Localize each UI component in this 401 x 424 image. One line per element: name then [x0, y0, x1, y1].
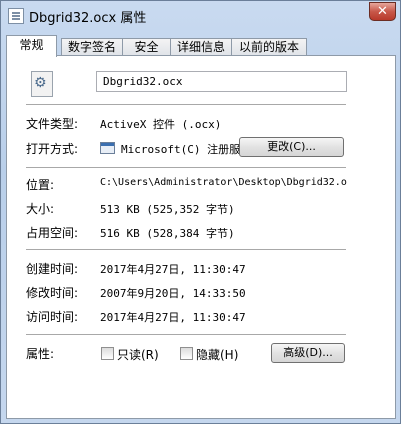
file-type-label: 文件类型:	[26, 117, 79, 131]
tab-general[interactable]: 常规	[6, 35, 57, 57]
open-with-label: 打开方式:	[26, 142, 79, 156]
size-on-disk-label: 占用空间:	[26, 226, 79, 240]
tab-digital-signatures[interactable]: 数字签名	[61, 38, 123, 56]
advanced-button[interactable]: 高级(D)...	[271, 343, 345, 363]
modified-label: 修改时间:	[26, 286, 79, 300]
file-properties-icon	[8, 8, 24, 24]
tab-previous-versions[interactable]: 以前的版本	[231, 38, 307, 56]
location-value: C:\Users\Administrator\Desktop\Dbgrid32.…	[100, 177, 347, 188]
readonly-checkbox[interactable]	[101, 347, 114, 360]
accessed-label: 访问时间:	[26, 310, 79, 324]
size-on-disk-value: 516 KB (528,384 字节)	[100, 227, 235, 240]
divider	[26, 334, 346, 336]
change-button[interactable]: 更改(C)...	[239, 137, 344, 157]
divider	[26, 104, 346, 106]
attributes-label: 属性:	[26, 347, 55, 361]
title-bar[interactable]: Dbgrid32.ocx 属性 ✕	[1, 1, 401, 31]
divider	[26, 249, 346, 251]
file-name-field[interactable]: Dbgrid32.ocx	[96, 71, 347, 92]
size-label: 大小:	[26, 202, 55, 216]
created-label: 创建时间:	[26, 262, 79, 276]
modified-value: 2007年9月20日, 14:33:50	[100, 287, 246, 300]
divider	[26, 167, 346, 169]
open-with-value: Microsoft(C) 注册服	[121, 143, 241, 156]
tab-security[interactable]: 安全	[122, 38, 171, 56]
close-icon: ✕	[377, 4, 388, 19]
file-type-value: ActiveX 控件 (.ocx)	[100, 118, 222, 131]
location-label: 位置:	[26, 178, 55, 192]
ocx-file-icon	[31, 71, 53, 97]
window-title: Dbgrid32.ocx 属性	[29, 11, 147, 26]
created-value: 2017年4月27日, 11:30:47	[100, 263, 246, 276]
readonly-label[interactable]: 只读(R)	[117, 346, 159, 363]
size-value: 513 KB (525,352 字节)	[100, 203, 235, 216]
accessed-value: 2017年4月27日, 11:30:47	[100, 311, 246, 324]
tab-details[interactable]: 详细信息	[170, 38, 232, 56]
hidden-label[interactable]: 隐藏(H)	[196, 346, 238, 363]
close-button[interactable]: ✕	[369, 2, 396, 21]
application-icon	[100, 142, 115, 154]
properties-window: Dbgrid32.ocx 属性 ✕ 常规 数字签名 安全 详细信息 以前的版本 …	[0, 0, 401, 424]
hidden-checkbox[interactable]	[180, 347, 193, 360]
